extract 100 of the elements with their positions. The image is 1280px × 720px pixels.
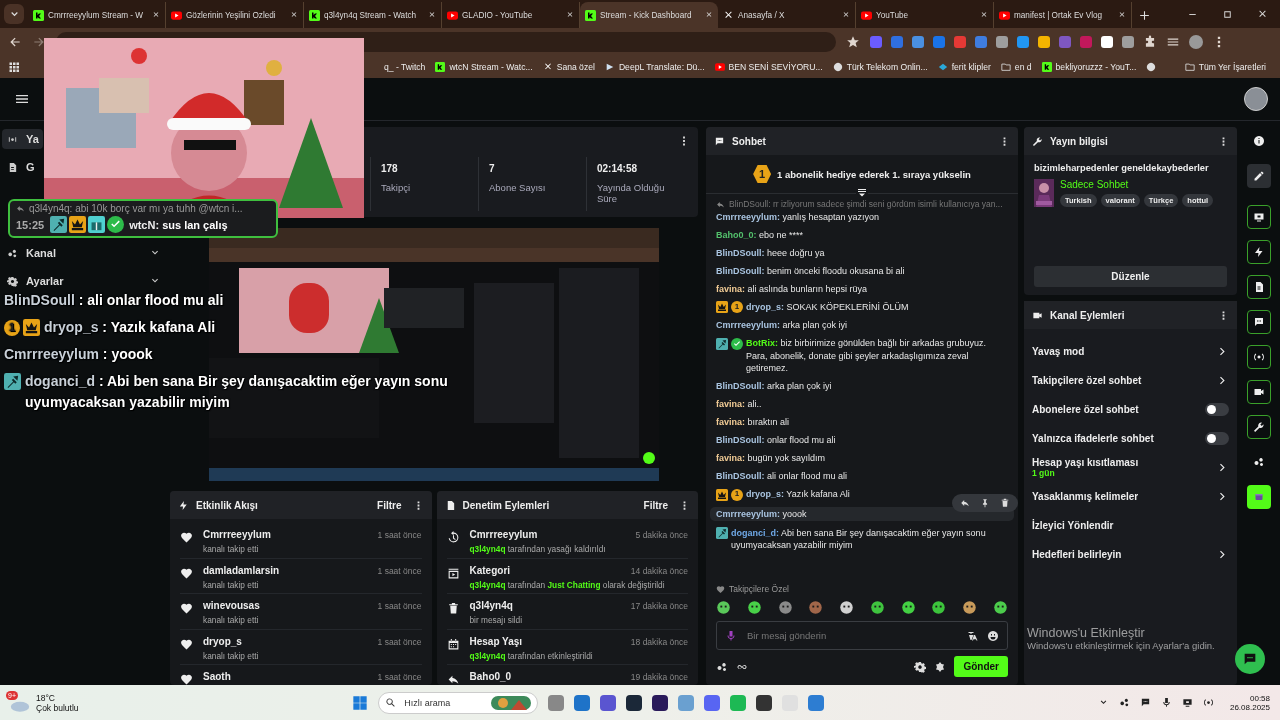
sidebar-item[interactable]: Ya <box>2 129 43 149</box>
event-time: 5 dakika önce <box>635 530 688 540</box>
stream-title: bizimleharpedenler geneldekaybederler <box>1034 163 1210 173</box>
channel-action-item[interactable]: Yavaş mod <box>1032 346 1085 357</box>
message-field[interactable]: Bir mesaj gönderin <box>716 621 1008 650</box>
moderation-description: q3l4yn4q tarafından Just Chatting olarak değiştirildi <box>469 579 665 590</box>
bookmark[interactable]: Sana özel <box>556 62 595 72</box>
chat-message: favina: ali aslında bunların hepsi rüya <box>716 282 869 295</box>
moderation-description: bir mesajı sildi <box>469 615 523 626</box>
panel-title: Etkinlik Akışı <box>196 499 258 511</box>
overlay-chat-message: dryop_s : Yazık kafana Ali <box>44 318 217 337</box>
edit-button[interactable]: Düzenle <box>1034 266 1227 287</box>
tab-title: Cmrrreeyylum Stream - W <box>48 10 145 20</box>
chat-message: BlinDSoull: arka plan çok iyi <box>716 380 833 393</box>
event-user: winevousas <box>203 600 260 612</box>
bookmark[interactable]: wtcN Stream - Watc... <box>449 62 533 72</box>
browser-tab[interactable]: Stream - Kick Dashboard <box>580 2 718 28</box>
stat-label: Takipçi <box>381 182 412 193</box>
tab-title: Stream - Kick Dashboard <box>600 10 693 20</box>
stat-label: Yayında Olduğu Süre <box>597 182 666 204</box>
event-user: damladamlarsin <box>203 564 280 576</box>
chat-message: favina: bugün yok sayıldım <box>716 452 827 465</box>
event-time: 19 dakika önce <box>630 672 688 683</box>
tab-title: YouTube <box>876 10 910 20</box>
subscriber-badge: 1 <box>753 165 772 183</box>
channel-action-item[interactable]: İzleyici Yönlendir <box>1032 520 1114 531</box>
chat-message: BlinDSoull: ali onlar flood mu ali <box>716 470 849 483</box>
event-user: Cmrrreeyylum <box>203 529 271 540</box>
category-link[interactable]: Sadece Sohbet <box>1060 179 1214 190</box>
tab-title: Gözlerinin Yeşilini Özledi <box>186 10 277 20</box>
sidebar-item[interactable]: Ayarlar <box>2 271 166 291</box>
chat-message: BlinDSoull: heee doğru ya <box>716 246 826 259</box>
event-description: kanalı takip etti <box>203 544 259 554</box>
tab-title: manifest | Ortak Ev Vlog <box>1014 10 1104 20</box>
clock-time: 00:58 <box>1250 693 1270 703</box>
temperature: 18°C <box>36 692 56 703</box>
clock-date: 26.08.2025 <box>1229 702 1270 712</box>
gift-banner-text: 1 abonelik hediye ederek 1. sıraya yükselin <box>777 168 971 180</box>
tab-title: Anasayfa / X <box>738 10 786 20</box>
chat-message: wtcN: sus lan çalış <box>129 218 228 231</box>
event-description: kanalı takip etti <box>203 615 259 626</box>
setting-value: 1 gün <box>1032 468 1055 478</box>
bookmark[interactable]: BEN SENİ SEVİYORU... <box>728 62 823 72</box>
event-time: 14 dakika önce <box>630 565 688 576</box>
chat-message: BlinDSoull: onlar flood mu ali <box>716 434 837 447</box>
sidebar-item[interactable]: Kanal <box>2 243 166 263</box>
event-description: kanalı takip etti <box>203 579 259 590</box>
send-button[interactable]: Gönder <box>954 656 1008 677</box>
taskbar-search-field[interactable]: Hızlı arama <box>402 696 486 709</box>
bookmark[interactable]: Türk Telekom Onlin... <box>846 62 928 72</box>
bookmark[interactable]: ferit klipler <box>951 62 991 72</box>
chat-message: BlinDSoull: benim önceki floodu okusana bi ali <box>716 264 906 277</box>
overlay-chat-message: doganci_d : Abi ben sana Bir şey danışacaktim eğer yayın sonu uyumyacaksan yazabilir miyim <box>25 372 449 412</box>
search-field[interactable]: Hızlı arama <box>378 691 539 714</box>
moderation-title: Cmrrreeyylum <box>469 529 538 540</box>
bookmark[interactable]: en d <box>1014 62 1032 72</box>
moderation-title: Baho0_0 <box>469 671 512 683</box>
reply-preview: q3l4yn4q: abi 10k borç var mı ya tuhh @wtcn i... <box>29 203 243 214</box>
stat-value: 02:14:58 <box>597 163 639 174</box>
chat-message: Cmrrreeyylum: yanlış hesaptan yazıyon <box>716 210 881 223</box>
event-description: kanalı takip etti <box>203 650 259 661</box>
emote-section-label: Takipçilere Özel <box>729 584 789 594</box>
sidebar-item[interactable]: G <box>2 157 43 177</box>
chat-message: Cmrrreeyylum: arka plan çok iyi <box>716 319 849 332</box>
all-bookmarks-folder[interactable]: Tüm Yer İşaretleri <box>1198 62 1266 72</box>
moderation-description: q3l4yn4q tarafından yasağı kaldırıldı <box>469 544 606 554</box>
reply-preview: BlinDSoull: rr izliyorum sadece şimdi seni gördüm isimli kullanıcıya yan... <box>729 199 1003 209</box>
bookmark[interactable]: DeepL Translate: Dü... <box>618 62 705 72</box>
chat-message: BotRix: biz birbirimize gönülden bağlı bir arkadas grubuyuz. Para, abonelik, donate gibi şeyler arkadaşlıgımıza zeval getiremez. <box>746 337 988 375</box>
chat-message: favina: ali.. <box>716 398 763 411</box>
channel-action-item[interactable]: Abonelere özel sohbet <box>1032 404 1139 415</box>
filter-button[interactable]: Filtre <box>373 497 406 513</box>
chat-message: Baho0_0: ebo ne **** <box>716 228 805 241</box>
message-input-field[interactable]: Bir mesaj gönderin <box>745 629 959 642</box>
event-user: Saoth <box>203 671 231 683</box>
subscriber-badge: 1 <box>731 488 743 501</box>
panel-title: Sohbet <box>732 135 766 147</box>
bookmark[interactable]: bekliyoruzzz - YouT... <box>1055 62 1137 72</box>
channel-action-item[interactable]: Takipçilere özel sohbet <box>1032 375 1142 386</box>
event-time: 1 saat önce <box>377 565 422 576</box>
chat-message: Cmrrreeyylum: yoook <box>716 507 808 520</box>
channel-action-item[interactable]: Yalnızca ifadelerle sohbet <box>1032 433 1154 444</box>
chat-message: dryop_s: Yazık kafana Ali <box>746 488 851 501</box>
channel-action-item[interactable]: Hesap yaşı kısıtlaması <box>1032 457 1139 468</box>
subscriber-badge: 1 <box>4 319 20 336</box>
tab-title: q3l4yn4q Stream - Watch <box>324 10 418 20</box>
activation-message: Windows'u etkinleştirmek için Ayarlar'a gidin. <box>1027 640 1215 651</box>
filter-button[interactable]: Filtre <box>639 497 672 513</box>
stat-value: 7 <box>489 163 496 174</box>
panel-title: Yayın bilgisi <box>1050 135 1108 147</box>
channel-action-item[interactable]: Hedefleri belirleyin <box>1032 549 1122 560</box>
channel-action-item[interactable]: Yasaklanmış kelimeler <box>1032 491 1139 502</box>
tab-title: GLADİO - YouTube <box>462 10 534 20</box>
event-user: dryop_s <box>203 635 242 647</box>
stat-value: 178 <box>381 163 399 174</box>
chat-message: doganci_d: Abi ben sana Bir şey danışacaktim eğer yayın sonu uyumyacaksan yazabilir miyim <box>731 526 987 552</box>
event-time: 18 dakika önce <box>630 636 688 647</box>
bookmark[interactable]: q_ - Twitch <box>384 62 426 72</box>
chat-message: favina: bıraktın ali <box>716 416 791 429</box>
overlay-chat-message: BlinDSoull : ali onlar flood mu ali <box>4 291 225 310</box>
